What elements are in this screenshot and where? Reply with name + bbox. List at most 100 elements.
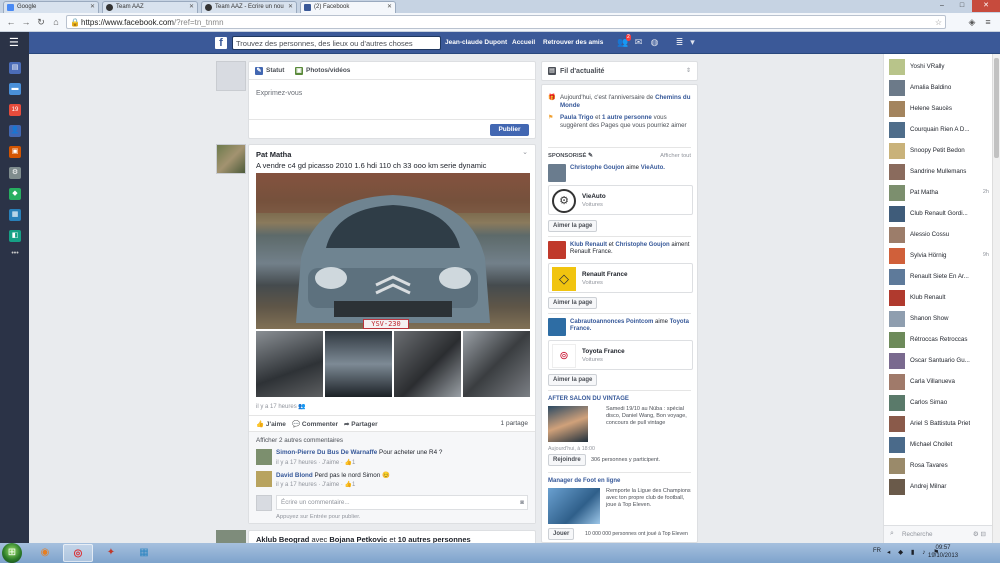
- like-page-button[interactable]: Aimer la page: [548, 297, 598, 309]
- photos-app-icon[interactable]: ▣: [9, 146, 21, 158]
- apps-icon[interactable]: ◧: [9, 230, 21, 242]
- avatar[interactable]: [216, 61, 246, 91]
- chevron-down-icon[interactable]: ⌄: [522, 148, 528, 156]
- camera-icon[interactable]: ◙: [520, 496, 524, 510]
- news-feed-title[interactable]: Fil d'actualité: [560, 68, 604, 75]
- chat-search[interactable]: ⌕ Recherche ⚙ ⊟: [884, 525, 992, 543]
- messages-icon[interactable]: ✉: [633, 37, 644, 48]
- page-name[interactable]: VieAuto: [582, 193, 606, 200]
- suggester-name[interactable]: Paula Trigo: [560, 114, 593, 121]
- menu-icon[interactable]: ≡: [982, 16, 994, 28]
- publish-button[interactable]: Publier: [490, 124, 529, 136]
- like-page-button[interactable]: Aimer la page: [548, 220, 598, 232]
- game-app-icon[interactable]: ◆: [9, 188, 21, 200]
- minimize-icon[interactable]: –: [932, 0, 952, 12]
- hamburger-menu-icon[interactable]: ☰: [9, 38, 19, 49]
- page-name[interactable]: Toyota France: [582, 348, 625, 355]
- event-title[interactable]: AFTER SALON DU VINTAGE: [548, 396, 629, 402]
- avatar[interactable]: [256, 471, 272, 487]
- find-friends-link[interactable]: Retrouver des amis: [543, 38, 603, 48]
- more-icon[interactable]: •••: [9, 248, 21, 260]
- avatar[interactable]: [256, 449, 272, 465]
- close-icon[interactable]: ✕: [288, 2, 293, 13]
- back-icon[interactable]: ←: [5, 16, 17, 28]
- photo-thumbnail[interactable]: [394, 331, 461, 397]
- facebook-logo-icon[interactable]: f: [215, 37, 227, 49]
- page-card-toyota[interactable]: ⊚ Toyota France Voitures: [548, 340, 693, 370]
- friend-name[interactable]: Christophe Goujon: [615, 242, 669, 248]
- comment-like-button[interactable]: J'aime: [322, 460, 339, 466]
- like-page-button[interactable]: Aimer la page: [548, 374, 598, 386]
- news-feed-icon[interactable]: ▤: [9, 62, 21, 74]
- tab-team-aaz-write[interactable]: Team AAZ - Ecrire un nou ✕: [201, 1, 297, 13]
- chat-friend[interactable]: Michael Chollet: [889, 437, 989, 453]
- messages-app-icon[interactable]: ▬: [9, 83, 21, 95]
- like-button[interactable]: 👍 J'aime: [256, 420, 286, 428]
- share-count[interactable]: 1 partage: [501, 420, 528, 427]
- chat-friend[interactable]: Alessio Cossu: [889, 227, 989, 243]
- tab-facebook[interactable]: (2) Facebook ✕: [300, 1, 396, 13]
- photo-thumbnail[interactable]: [256, 331, 323, 397]
- tab-photos[interactable]: ▣ Photos/vidéos: [295, 67, 350, 75]
- sort-icon[interactable]: ⇕: [686, 67, 691, 74]
- chat-friend[interactable]: Snoopy Petit Bedon: [889, 143, 989, 159]
- comment-time[interactable]: il y a 17 heures: [276, 460, 317, 466]
- avatar[interactable]: [216, 144, 246, 174]
- chat-friend[interactable]: Renault Siete En Ar...: [889, 269, 989, 285]
- chat-friend[interactable]: Andrej Milnar: [889, 479, 989, 495]
- app-leaf-icon[interactable]: ✦: [96, 544, 126, 562]
- photo-thumbnail[interactable]: [325, 331, 392, 397]
- pages-app-icon[interactable]: ▦: [9, 209, 21, 221]
- scrollbar-thumb[interactable]: [994, 58, 999, 158]
- tab-team-aaz[interactable]: Team AAZ ✕: [102, 1, 198, 13]
- avatar[interactable]: [548, 164, 566, 182]
- clock-time[interactable]: 09:57: [933, 545, 953, 551]
- star-icon[interactable]: ☆: [935, 16, 942, 29]
- comment-like-button[interactable]: J'aime: [322, 482, 339, 488]
- forward-icon[interactable]: →: [20, 16, 32, 28]
- comment-input[interactable]: Écrire un commentaire... ◙: [276, 495, 528, 510]
- game-title[interactable]: Manager de Foot en ligne: [548, 478, 620, 484]
- comment-button[interactable]: 💬 Commenter: [292, 420, 338, 428]
- play-game-button[interactable]: Jouer: [548, 528, 575, 540]
- chat-friend[interactable]: Amalia Baldino: [889, 80, 989, 96]
- groups-icon[interactable]: 👤: [9, 125, 21, 137]
- window-close-icon[interactable]: ✕: [972, 0, 1000, 12]
- page-name-link[interactable]: VieAuto.: [641, 165, 665, 171]
- home-icon[interactable]: ⌂: [50, 16, 62, 28]
- avatar[interactable]: [216, 530, 246, 543]
- join-event-button[interactable]: Rejoindre: [548, 454, 586, 466]
- edit-icon[interactable]: ✎: [588, 153, 593, 159]
- profile-link[interactable]: Jean-claude Dupont: [445, 38, 507, 48]
- avatar[interactable]: [548, 241, 566, 259]
- comment-author[interactable]: David Blond: [276, 472, 313, 479]
- chrome-icon[interactable]: ◎: [63, 544, 93, 562]
- reload-icon[interactable]: ↻: [35, 16, 47, 28]
- share-button[interactable]: ➦ Partager: [344, 420, 378, 428]
- tab-status[interactable]: ✎ Statut: [255, 67, 284, 75]
- notifications-globe-icon[interactable]: ◍: [649, 37, 660, 48]
- chat-friend[interactable]: Rétroccas Retroccas: [889, 332, 989, 348]
- game-image[interactable]: [548, 488, 600, 524]
- close-icon[interactable]: ✕: [90, 2, 95, 13]
- start-button[interactable]: ⊞: [2, 543, 22, 563]
- show-all-link[interactable]: Afficher tout: [660, 153, 691, 159]
- privacy-shortcuts-icon[interactable]: ≣: [674, 37, 685, 48]
- page-name[interactable]: Renault France: [582, 271, 628, 278]
- search-input[interactable]: Trouvez des personnes, des lieux ou d'au…: [232, 36, 441, 50]
- show-more-comments-link[interactable]: Afficher 2 autres commentaires: [256, 437, 343, 444]
- friend-name[interactable]: Cabrautoannonces Pointcom: [570, 319, 653, 325]
- explorer-icon[interactable]: ▦: [129, 544, 159, 562]
- chat-friend[interactable]: Rosa Tavares: [889, 458, 989, 474]
- clock-date[interactable]: 19/10/2013: [928, 553, 958, 559]
- friend-name[interactable]: Klub Renault: [570, 242, 607, 248]
- photo-thumbnail[interactable]: [463, 331, 530, 397]
- settings-chevron-icon[interactable]: ▾: [687, 37, 698, 48]
- maximize-icon[interactable]: □: [952, 0, 972, 12]
- page-card-renault[interactable]: ◇ Renault France Voitures: [548, 263, 693, 293]
- car-photo[interactable]: YSV-230: [256, 173, 530, 329]
- chat-friend[interactable]: Shanon Show: [889, 311, 989, 327]
- calendar-icon[interactable]: 19: [9, 104, 21, 116]
- chat-friend[interactable]: Sylvia Hörnig 9h: [889, 248, 989, 264]
- tab-google[interactable]: Google ✕: [3, 1, 99, 13]
